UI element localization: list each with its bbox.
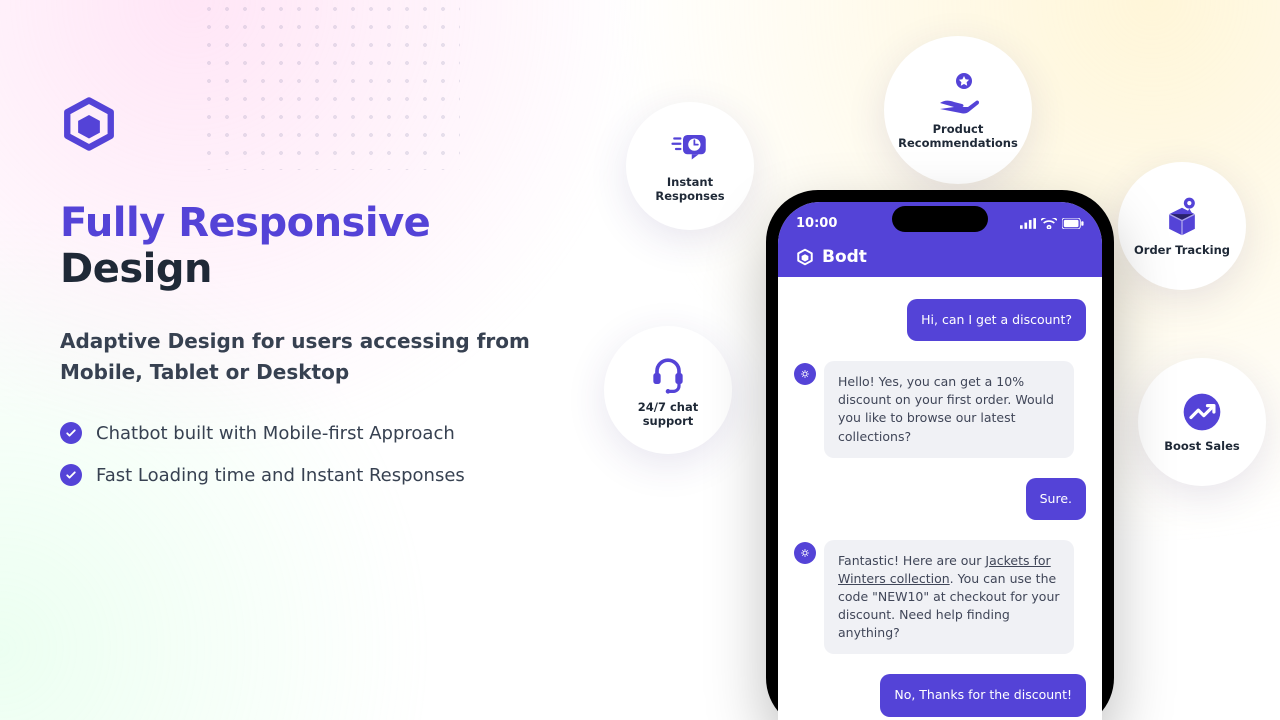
phone-notch — [892, 206, 988, 232]
check-icon — [60, 422, 82, 444]
bullet-text: Chatbot built with Mobile-first Approach — [96, 423, 455, 444]
feature-label: Instant Responses — [626, 176, 754, 204]
bullet-item: Fast Loading time and Instant Responses — [60, 464, 580, 486]
user-message: Hi, can I get a discount? — [907, 299, 1086, 341]
signal-icon — [1020, 218, 1036, 229]
package-pin-icon — [1160, 194, 1204, 238]
bot-message: Fantastic! Here are our Jackets for Wint… — [824, 540, 1074, 655]
check-icon — [60, 464, 82, 486]
feature-boost-sales: Boost Sales — [1138, 358, 1266, 486]
wifi-icon — [1041, 218, 1057, 229]
feature-instant-responses: Instant Responses — [626, 102, 754, 230]
phone-mockup: 10:00 Bodt Hi, can I get a discount? — [766, 190, 1114, 720]
status-indicators — [1020, 218, 1084, 229]
bot-avatar-icon — [794, 542, 816, 564]
chat-clock-icon — [669, 128, 711, 170]
user-message: Sure. — [1026, 478, 1086, 520]
feature-order-tracking: Order Tracking — [1118, 162, 1246, 290]
feature-label: Boost Sales — [1156, 440, 1248, 454]
title-rest: Design — [60, 246, 212, 292]
battery-icon — [1062, 218, 1084, 229]
feature-chat-support: 24/7 chat support — [604, 326, 732, 454]
chat-messages: Hi, can I get a discount? Hello! Yes, yo… — [778, 277, 1102, 717]
bot-message: Hello! Yes, you can get a 10% discount o… — [824, 361, 1074, 458]
bullet-text: Fast Loading time and Instant Responses — [96, 465, 465, 486]
status-time: 10:00 — [796, 216, 837, 231]
subtitle: Adaptive Design for users accessing from… — [60, 326, 580, 388]
feature-product-recommendations: Product Recommendations — [884, 36, 1032, 184]
hand-star-icon — [934, 69, 982, 117]
title-highlight: Fully Responsive — [60, 200, 430, 246]
bodt-logo-icon — [796, 248, 814, 266]
page-title: Fully Responsive Design — [60, 200, 580, 292]
bot-avatar-icon — [794, 363, 816, 385]
user-message: No, Thanks for the discount! — [880, 674, 1086, 716]
bullet-item: Chatbot built with Mobile-first Approach — [60, 422, 580, 444]
feature-label: Order Tracking — [1126, 244, 1238, 258]
feature-label: Product Recommendations — [884, 123, 1032, 151]
feature-label: 24/7 chat support — [604, 401, 732, 429]
trend-up-icon — [1180, 390, 1224, 434]
headset-icon — [646, 351, 690, 395]
app-name: Bodt — [822, 247, 867, 267]
